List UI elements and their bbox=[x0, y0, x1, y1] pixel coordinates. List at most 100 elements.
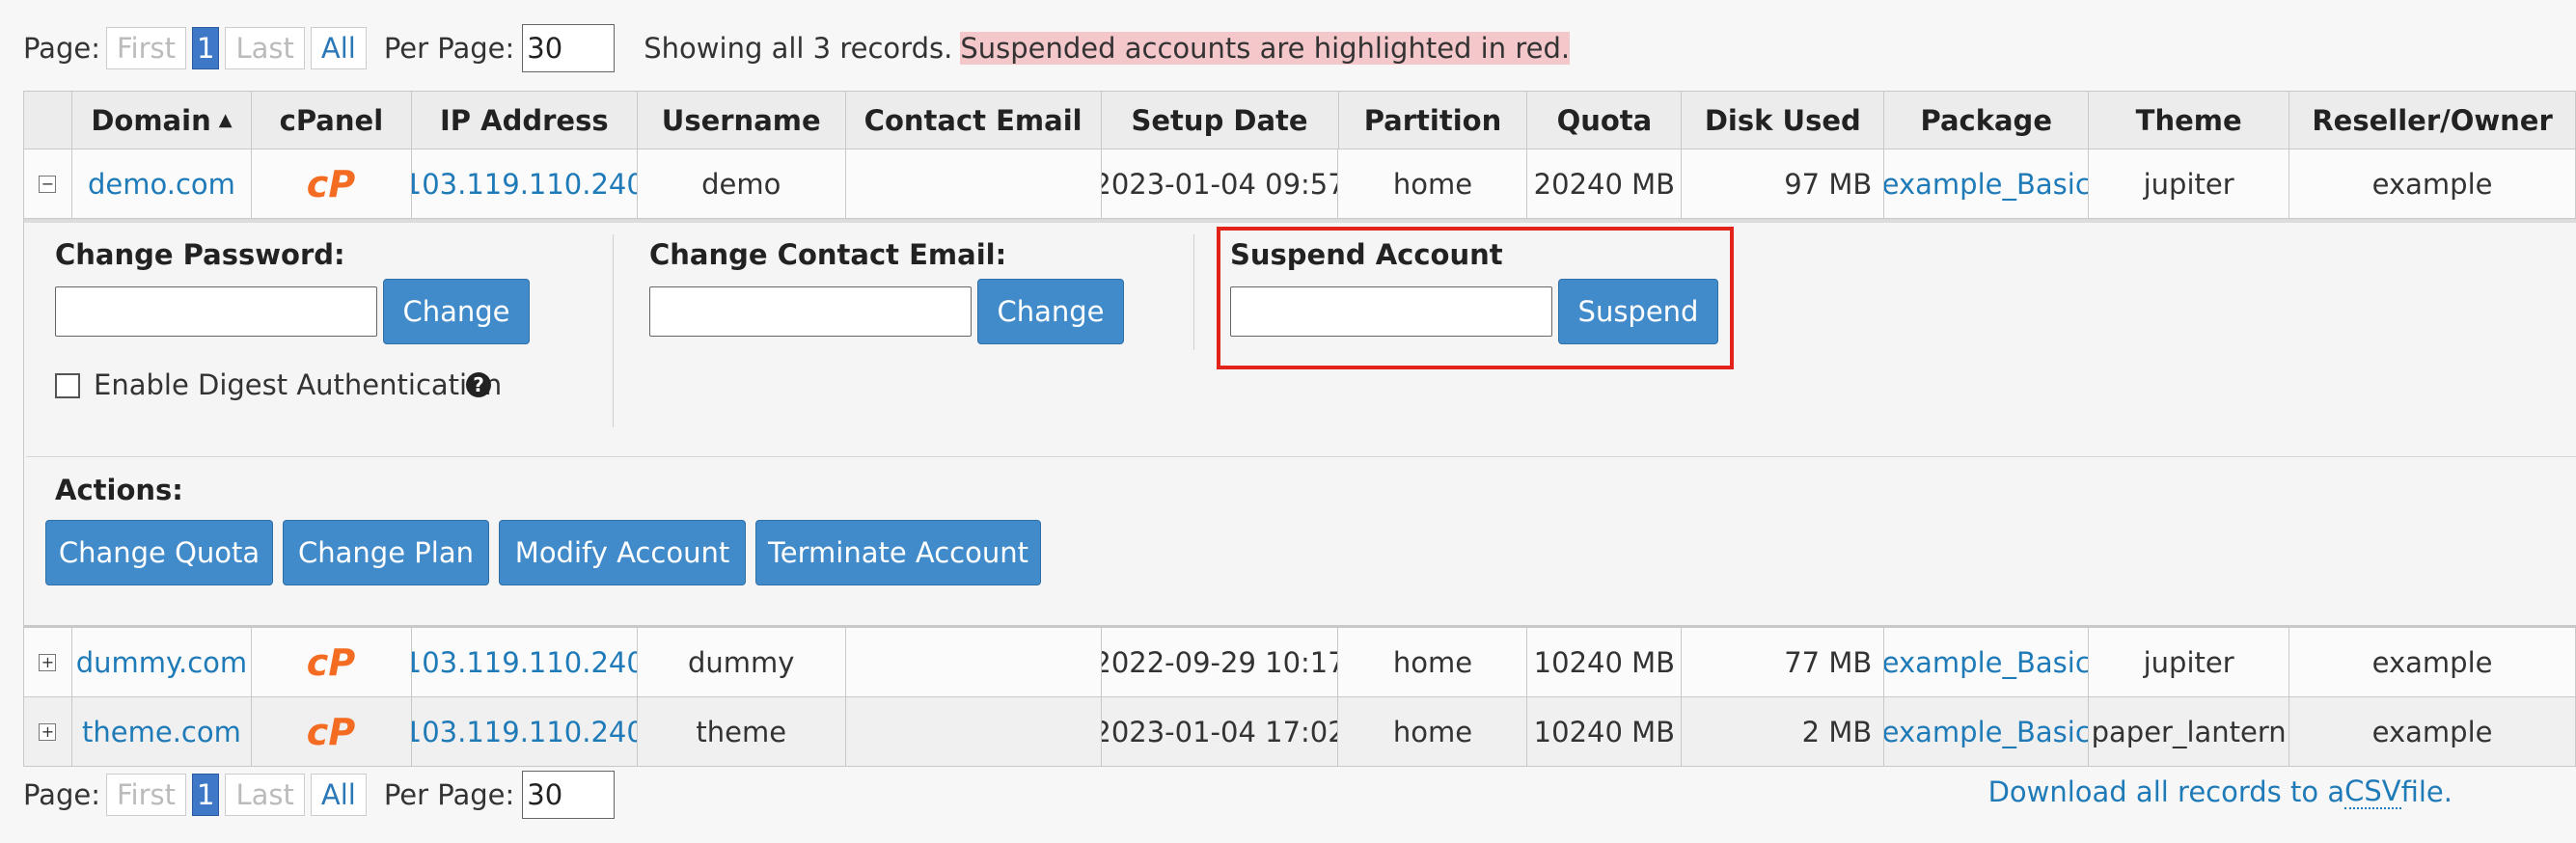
col-disk-used[interactable]: Disk Used bbox=[1682, 92, 1885, 150]
change-password-input[interactable] bbox=[55, 286, 377, 337]
expand-plus-icon[interactable]: + bbox=[39, 722, 57, 741]
package-link[interactable]: example_Basic bbox=[1884, 168, 2088, 201]
pager-last-button[interactable]: Last bbox=[225, 27, 305, 69]
digest-auth-checkbox[interactable] bbox=[55, 373, 80, 398]
suspend-reason-input[interactable] bbox=[1230, 286, 1552, 337]
col-reseller-owner[interactable]: Reseller/Owner bbox=[2289, 92, 2576, 150]
domain-link[interactable]: dummy.com bbox=[76, 646, 247, 679]
domain-link[interactable]: theme.com bbox=[82, 716, 241, 748]
pager-last-button[interactable]: Last bbox=[225, 774, 305, 816]
theme-cell: jupiter bbox=[2089, 628, 2290, 697]
col-partition[interactable]: Partition bbox=[1338, 92, 1528, 150]
col-quota[interactable]: Quota bbox=[1527, 92, 1683, 150]
disk-used-cell: 97 MB bbox=[1682, 150, 1885, 219]
username-cell: dummy bbox=[637, 628, 846, 697]
col-username[interactable]: Username bbox=[637, 92, 846, 150]
row-toggle[interactable]: + bbox=[24, 628, 72, 697]
suspend-account-label: Suspend Account bbox=[1230, 238, 1503, 271]
help-circle-icon[interactable]: ? bbox=[466, 372, 491, 397]
pager-all-button[interactable]: All bbox=[310, 27, 367, 69]
per-page-input[interactable] bbox=[522, 771, 616, 819]
ip-cell: 103.119.110.240 bbox=[411, 628, 638, 697]
change-password-label: Change Password: bbox=[55, 238, 345, 271]
username-cell: demo bbox=[637, 150, 846, 219]
contact-email-cell bbox=[845, 697, 1102, 767]
col-contact-email[interactable]: Contact Email bbox=[845, 92, 1102, 150]
ip-link[interactable]: 103.119.110.240 bbox=[412, 646, 637, 679]
package-cell: example_Basic bbox=[1884, 628, 2090, 697]
collapse-minus-icon[interactable]: − bbox=[39, 175, 57, 193]
col-domain-label: Domain bbox=[91, 103, 211, 137]
cpanel-logo-icon[interactable]: cP bbox=[303, 713, 359, 751]
col-contact-email-label: Contact Email bbox=[863, 103, 1082, 137]
row-toggle[interactable]: − bbox=[24, 150, 72, 219]
owner-cell: example bbox=[2289, 628, 2576, 697]
records-summary: Showing all 3 records. bbox=[644, 32, 953, 65]
theme-cell: paper_lantern bbox=[2089, 697, 2290, 767]
setup-date-cell: 2023-01-04 09:57 bbox=[1101, 150, 1339, 219]
pager-first-button[interactable]: First bbox=[105, 774, 187, 816]
change-plan-button[interactable]: Change Plan bbox=[283, 520, 489, 585]
svg-text:cP: cP bbox=[307, 643, 356, 682]
panel-divider bbox=[1193, 234, 1194, 350]
cpanel-logo-icon[interactable]: cP bbox=[303, 643, 359, 682]
partition-cell: home bbox=[1338, 150, 1528, 219]
cpanel-cell: cP bbox=[251, 628, 412, 697]
change-email-input[interactable] bbox=[649, 286, 972, 337]
table-header: Domain ▲ cPanel IP Address Username Cont… bbox=[24, 92, 2576, 150]
change-quota-button[interactable]: Change Quota bbox=[45, 520, 273, 585]
theme-cell: jupiter bbox=[2089, 150, 2290, 219]
actions-label: Actions: bbox=[55, 474, 183, 506]
owner-cell: example bbox=[2289, 150, 2576, 219]
package-link[interactable]: example_Basic bbox=[1884, 716, 2088, 748]
pager-all-button[interactable]: All bbox=[310, 774, 367, 816]
col-username-label: Username bbox=[661, 103, 821, 137]
col-disk-used-label: Disk Used bbox=[1704, 103, 1861, 137]
per-page-input[interactable] bbox=[522, 24, 616, 72]
ip-link[interactable]: 103.119.110.240 bbox=[412, 168, 637, 201]
pager-current-page[interactable]: 1 bbox=[192, 27, 220, 69]
panel-top-divider bbox=[24, 219, 2576, 223]
package-cell: example_Basic bbox=[1884, 697, 2090, 767]
pager-bottom: Page: First 1 Last All Per Page: bbox=[23, 770, 616, 820]
cpanel-cell: cP bbox=[251, 697, 412, 767]
package-link[interactable]: example_Basic bbox=[1884, 646, 2088, 679]
col-package[interactable]: Package bbox=[1884, 92, 2090, 150]
cpanel-logo-icon[interactable]: cP bbox=[303, 165, 359, 204]
change-password-button[interactable]: Change bbox=[383, 279, 530, 344]
ip-cell: 103.119.110.240 bbox=[411, 150, 638, 219]
disk-used-cell: 2 MB bbox=[1682, 697, 1885, 767]
table-row: + theme.com cP 103.119.110.240 theme 202… bbox=[24, 697, 2576, 767]
terminate-account-button[interactable]: Terminate Account bbox=[755, 520, 1041, 585]
col-domain[interactable]: Domain ▲ bbox=[71, 92, 252, 150]
pager-top: Page: First 1 Last All Per Page: Showing… bbox=[23, 23, 1571, 73]
change-email-label: Change Contact Email: bbox=[649, 238, 1007, 271]
svg-text:cP: cP bbox=[307, 165, 356, 204]
download-csv-link[interactable]: Download all records to a CSV file. bbox=[1988, 770, 2453, 814]
col-cpanel-label: cPanel bbox=[279, 103, 384, 137]
pager-current-page[interactable]: 1 bbox=[192, 774, 220, 816]
col-setup-date[interactable]: Setup Date bbox=[1101, 92, 1339, 150]
partition-cell: home bbox=[1338, 697, 1528, 767]
pager-label: Page: bbox=[23, 32, 100, 65]
contact-email-cell bbox=[845, 628, 1102, 697]
col-theme-label: Theme bbox=[2135, 103, 2242, 137]
disk-used-cell: 77 MB bbox=[1682, 628, 1885, 697]
col-ip[interactable]: IP Address bbox=[411, 92, 638, 150]
modify-account-button[interactable]: Modify Account bbox=[499, 520, 746, 585]
table-row: + dummy.com cP 103.119.110.240 dummy 202… bbox=[24, 628, 2576, 697]
suspend-button[interactable]: Suspend bbox=[1558, 279, 1718, 344]
csv-abbr: CSV bbox=[2344, 775, 2401, 809]
partition-cell: home bbox=[1338, 628, 1528, 697]
expand-plus-icon[interactable]: + bbox=[39, 653, 57, 671]
domain-link[interactable]: demo.com bbox=[88, 168, 235, 201]
row-toggle[interactable]: + bbox=[24, 697, 72, 767]
col-quota-label: Quota bbox=[1556, 103, 1653, 137]
ip-cell: 103.119.110.240 bbox=[411, 697, 638, 767]
ip-link[interactable]: 103.119.110.240 bbox=[412, 716, 637, 748]
col-partition-label: Partition bbox=[1363, 103, 1502, 137]
accounts-table: Domain ▲ cPanel IP Address Username Cont… bbox=[23, 91, 2576, 767]
col-theme[interactable]: Theme bbox=[2089, 92, 2290, 150]
pager-first-button[interactable]: First bbox=[105, 27, 187, 69]
change-email-button[interactable]: Change bbox=[977, 279, 1124, 344]
